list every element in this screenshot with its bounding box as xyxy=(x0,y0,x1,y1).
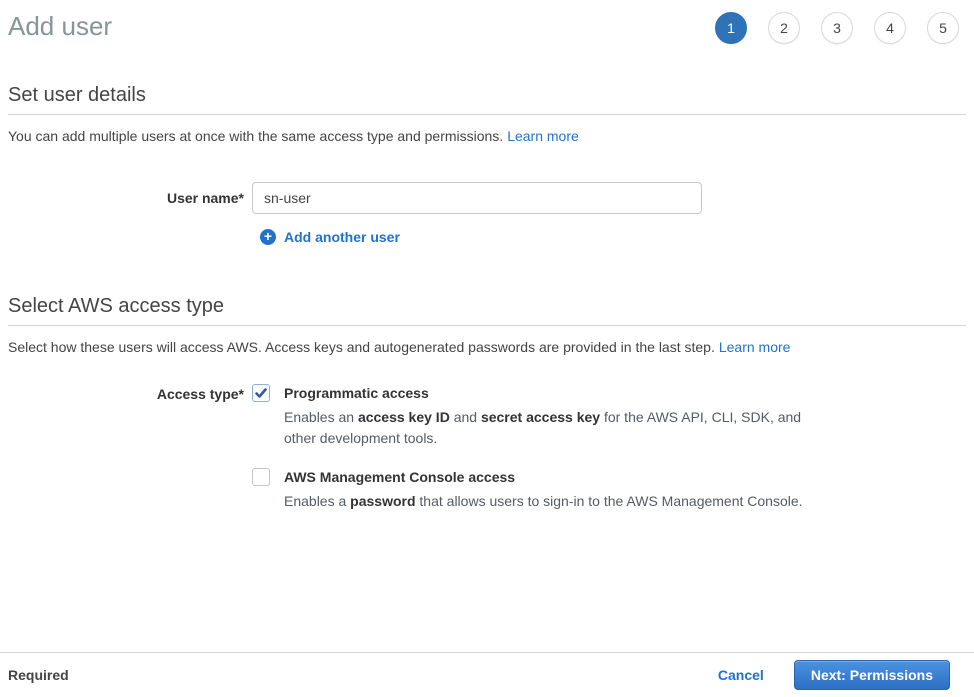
section-divider xyxy=(8,114,966,115)
step-3-indicator: 3 xyxy=(821,12,853,44)
section-divider xyxy=(8,325,966,326)
user-name-row: User name* xyxy=(8,182,966,214)
wizard-footer: Required Cancel Next: Permissions xyxy=(0,652,974,697)
wizard-step-indicator: 1 2 3 4 5 xyxy=(715,12,959,44)
add-user-page: Add user 1 2 3 4 5 Set user details You … xyxy=(0,0,974,697)
console-access-description: Enables a password that allows users to … xyxy=(284,491,803,512)
set-user-details-description: You can add multiple users at once with … xyxy=(8,126,966,146)
learn-more-link-access-type[interactable]: Learn more xyxy=(719,339,791,355)
page-title: Add user xyxy=(8,10,112,42)
next-permissions-button[interactable]: Next: Permissions xyxy=(794,660,950,690)
required-label: Required xyxy=(8,667,69,683)
select-access-type-section: Select AWS access type Select how these … xyxy=(8,295,966,512)
step-1-indicator: 1 xyxy=(715,12,747,44)
select-access-type-heading: Select AWS access type xyxy=(8,295,966,318)
console-access-title: AWS Management Console access xyxy=(284,468,803,486)
page-header: Add user 1 2 3 4 5 xyxy=(0,0,974,44)
programmatic-access-title: Programmatic access xyxy=(284,384,816,402)
access-type-row: Access type* Programmatic access Enables… xyxy=(8,384,966,512)
set-user-details-heading: Set user details xyxy=(8,84,966,107)
step-2-indicator: 2 xyxy=(768,12,800,44)
learn-more-link-user-details[interactable]: Learn more xyxy=(507,128,579,144)
step-5-indicator: 5 xyxy=(927,12,959,44)
console-access-option: AWS Management Console access Enables a … xyxy=(252,468,816,512)
select-access-type-description: Select how these users will access AWS. … xyxy=(8,337,966,357)
user-name-label: User name* xyxy=(8,190,244,206)
cancel-button[interactable]: Cancel xyxy=(718,667,764,683)
programmatic-access-option: Programmatic access Enables an access ke… xyxy=(252,384,816,449)
console-access-checkbox[interactable] xyxy=(252,468,270,486)
user-name-input[interactable] xyxy=(252,182,702,214)
programmatic-access-description: Enables an access key ID and secret acce… xyxy=(284,407,816,449)
add-another-user-label: Add another user xyxy=(284,229,400,245)
checkmark-icon xyxy=(254,386,268,400)
plus-circle-icon: + xyxy=(260,229,276,245)
step-4-indicator: 4 xyxy=(874,12,906,44)
programmatic-access-checkbox[interactable] xyxy=(252,384,270,402)
access-type-label: Access type* xyxy=(8,384,244,403)
add-another-user-button[interactable]: + Add another user xyxy=(260,229,966,245)
set-user-details-section: Set user details You can add multiple us… xyxy=(8,84,966,245)
